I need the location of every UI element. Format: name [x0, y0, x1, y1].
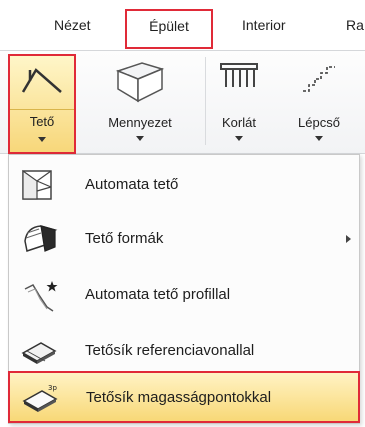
svg-text:3p: 3p	[48, 384, 57, 392]
auto-roof-icon	[22, 169, 52, 200]
stairs-dropdown-icon	[315, 136, 323, 141]
roof-shapes-icon	[24, 225, 58, 252]
roof-profile-icon	[24, 281, 58, 312]
menu-item-label: Tetősík referenciavonallal	[85, 342, 255, 359]
menu-item-label: Automata tető	[85, 176, 179, 193]
tab-building[interactable]: Épület	[125, 9, 213, 49]
menu-item-roof-shapes[interactable]: Tető formák	[9, 213, 359, 267]
menu-item-roof-plane-heightpoints[interactable]: 3p Tetősík magasságpontokkal	[8, 371, 360, 423]
ribbon-tab-bar: Nézet Épület Interior Ra	[0, 0, 365, 52]
ribbon-separator	[205, 57, 206, 145]
roof-plane-heightpoints-icon: 3p	[22, 384, 58, 412]
tab-interior[interactable]: Interior	[242, 17, 286, 33]
tab-building-label: Épület	[149, 18, 189, 34]
roof-button[interactable]: Tető	[8, 54, 76, 154]
tab-partial[interactable]: Ra	[346, 17, 364, 33]
railing-icon	[220, 63, 258, 87]
roof-button-divider	[10, 109, 74, 110]
menu-item-label: Automata tető profillal	[85, 286, 231, 303]
railing-dropdown-icon	[235, 136, 243, 141]
canvas-edge	[0, 154, 8, 427]
menu-item-auto-roof[interactable]: Automata tető	[9, 159, 359, 213]
roof-dropdown-icon	[38, 137, 46, 142]
menu-item-roof-profile[interactable]: Automata tető profillal	[9, 269, 359, 323]
roof-dropdown-menu: Automata tető Tető formák Automata tető …	[8, 154, 360, 424]
tab-view[interactable]: Nézet	[54, 17, 91, 33]
stairs-icon	[303, 66, 335, 92]
submenu-arrow-icon	[346, 235, 351, 243]
stairs-label: Lépcső	[298, 115, 340, 130]
ceiling-label: Mennyezet	[108, 115, 172, 130]
stairs-button[interactable]: Lépcső	[284, 51, 354, 154]
roof-icon	[21, 68, 62, 93]
menu-item-label: Tető formák	[85, 230, 164, 247]
ceiling-dropdown-icon	[136, 136, 144, 141]
ceiling-button[interactable]: Mennyezet	[84, 51, 196, 154]
railing-button[interactable]: Korlát	[210, 51, 268, 154]
ceiling-icon	[115, 62, 165, 103]
railing-label: Korlát	[222, 115, 256, 130]
roof-plane-refline-icon	[21, 342, 57, 364]
roof-label: Tető	[29, 114, 55, 129]
menu-item-label: Tetősík magasságpontokkal	[86, 389, 272, 406]
